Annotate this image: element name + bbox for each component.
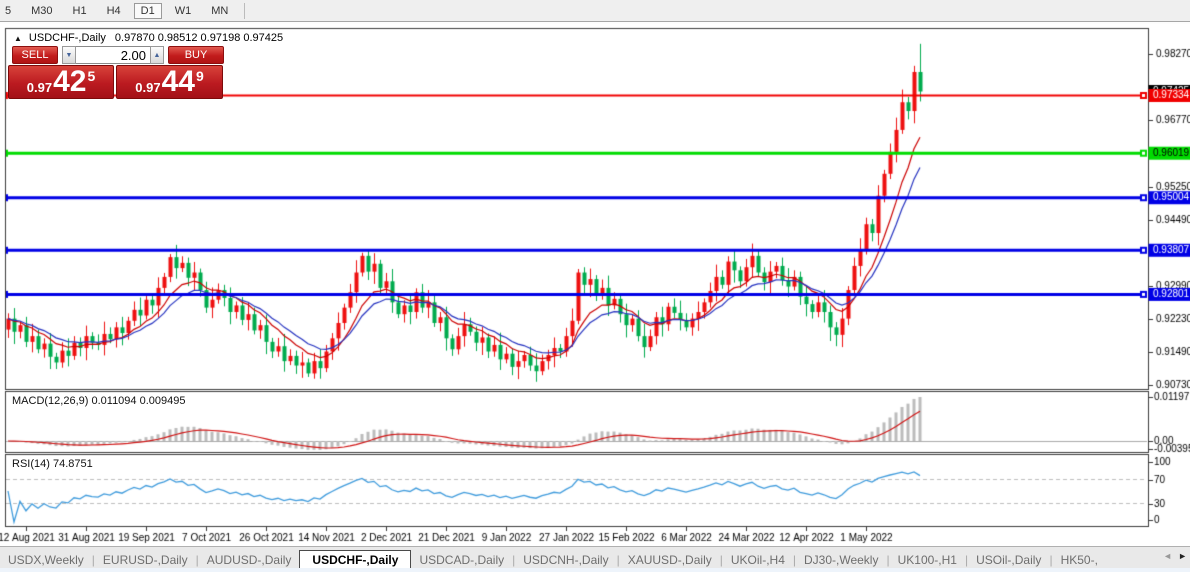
buy-price-prefix: 0.97 xyxy=(135,80,160,95)
buy-price-main: 44 xyxy=(162,67,195,97)
timeframe-d1[interactable]: D1 xyxy=(134,3,162,19)
volume-decrease-button[interactable]: ▼ xyxy=(62,46,76,64)
one-click-trading-panel: SELL ▼ ▲ BUY 0.97 42 5 0.97 44 9 xyxy=(8,46,224,99)
spin-up-icon: ▲ xyxy=(154,52,161,59)
tab-scroll-right-icon[interactable]: ► xyxy=(1178,551,1187,561)
tab-usdcad-daily[interactable]: USDCAD-,Daily xyxy=(411,551,512,569)
tab-usoil-daily[interactable]: USOil-,Daily xyxy=(968,551,1049,569)
timeframe-mn[interactable]: MN xyxy=(204,3,235,19)
timeframe-w1[interactable]: W1 xyxy=(168,3,199,19)
volume-input[interactable] xyxy=(76,46,150,64)
sell-price-prefix: 0.97 xyxy=(27,80,52,95)
timeframe-h1[interactable]: H1 xyxy=(66,3,94,19)
buy-price-pip: 9 xyxy=(196,68,204,84)
sell-button[interactable]: SELL xyxy=(12,46,58,64)
chart-tabs-bar: USDX,Weekly | EURUSD-,Daily | AUDUSD-,Da… xyxy=(0,546,1190,572)
sell-price-box[interactable]: 0.97 42 5 xyxy=(8,65,114,99)
chart-ohlc-values: 0.97870 0.98512 0.97198 0.97425 xyxy=(115,32,283,44)
tab-xauusd-daily[interactable]: XAUUSD-,Daily xyxy=(620,551,720,569)
buy-price-box[interactable]: 0.97 44 9 xyxy=(116,65,223,99)
volume-increase-button[interactable]: ▲ xyxy=(150,46,164,64)
tab-uk100-h1[interactable]: UK100-,H1 xyxy=(890,551,965,569)
timeframe-m30[interactable]: M30 xyxy=(24,3,59,19)
trade-prices-row: 0.97 42 5 0.97 44 9 xyxy=(8,65,224,99)
rsi-indicator-label: RSI(14) 74.8751 xyxy=(12,458,93,470)
timeframe-m5[interactable]: 5 xyxy=(0,3,18,19)
macd-indicator-label: MACD(12,26,9) 0.011094 0.009495 xyxy=(12,395,185,407)
sell-price-pip: 5 xyxy=(87,68,95,84)
tab-usdchf-daily[interactable]: USDCHF-,Daily xyxy=(299,550,411,570)
tab-scroll-left-icon[interactable]: ◄ xyxy=(1163,551,1172,561)
tab-usdcnh-daily[interactable]: USDCNH-,Daily xyxy=(515,551,616,569)
tab-ukoil-h4[interactable]: UKOil-,H4 xyxy=(723,551,793,569)
tab-hk50[interactable]: HK50-, xyxy=(1053,551,1106,569)
collapse-triangle-icon[interactable]: ▲ xyxy=(14,34,22,43)
sell-price-main: 42 xyxy=(53,67,86,97)
buy-button[interactable]: BUY xyxy=(168,46,224,64)
trading-app-window: 5 M30 H1 H4 D1 W1 MN ▲ USDCHF-,Daily 0.9… xyxy=(0,0,1190,572)
chart-symbol-label: USDCHF-,Daily xyxy=(29,32,106,44)
tab-scroll-controls: ◄ ► xyxy=(1159,551,1187,561)
chart-title: ▲ USDCHF-,Daily 0.97870 0.98512 0.97198 … xyxy=(14,32,283,44)
tab-audusd-daily[interactable]: AUDUSD-,Daily xyxy=(199,551,300,569)
timeframe-h4[interactable]: H4 xyxy=(100,3,128,19)
spin-down-icon: ▼ xyxy=(66,52,73,59)
timeframe-toolbar: 5 M30 H1 H4 D1 W1 MN xyxy=(0,0,1190,22)
toolbar-separator xyxy=(244,3,245,19)
tab-eurusd-daily[interactable]: EURUSD-,Daily xyxy=(95,551,196,569)
tab-usdx-weekly[interactable]: USDX,Weekly xyxy=(0,551,92,569)
tab-dj30-weekly[interactable]: DJ30-,Weekly xyxy=(796,551,886,569)
trade-controls-row: SELL ▼ ▲ BUY xyxy=(8,46,224,64)
